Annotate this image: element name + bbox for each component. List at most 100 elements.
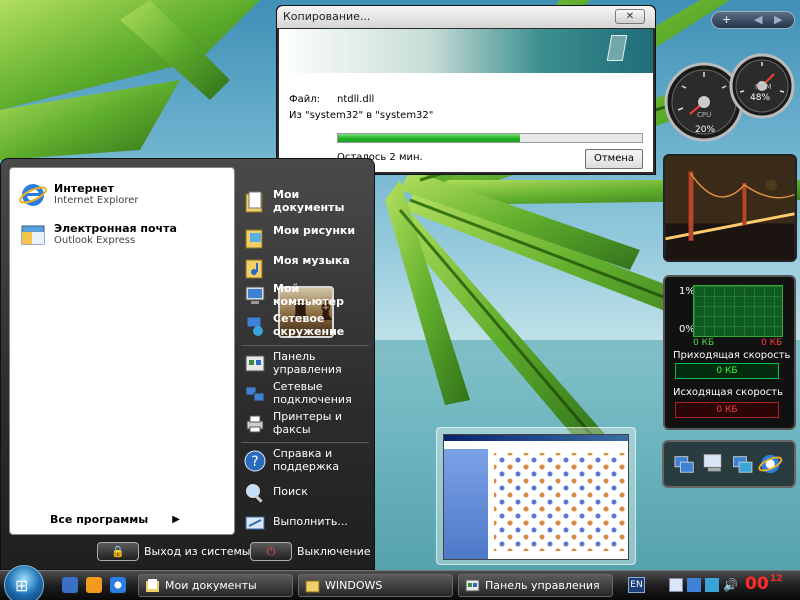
volume-icon[interactable]: 🔊 (723, 578, 738, 592)
taskbar-button-label: Мои документы (165, 579, 257, 592)
outgoing-kb: 0 КБ (761, 338, 783, 348)
internet-explorer-icon[interactable] (110, 577, 126, 593)
cpu-label: CPU (697, 111, 712, 119)
close-button[interactable]: ✕ (615, 9, 645, 24)
menu-item-label: Сетевое окружение (273, 312, 345, 338)
language-indicator[interactable]: EN (628, 577, 645, 593)
my-documents-icon (146, 579, 159, 592)
copy-animation (279, 29, 653, 73)
menu-item-label: Мой компьютер (273, 282, 344, 308)
folder-icon (305, 580, 320, 593)
outlook-express-icon (21, 225, 45, 245)
window-preview-thumbnail[interactable] (436, 427, 636, 565)
menu-item-network-connections[interactable]: Сетевые подключения (241, 380, 369, 408)
add-gadget-button[interactable]: + (722, 12, 731, 28)
network-status-icons (674, 454, 783, 474)
my-computer-icon (245, 286, 265, 304)
pinned-item-title: Электронная почта (54, 222, 177, 235)
control-panel-icon (465, 579, 480, 592)
menu-item-label: Справка и поддержка (273, 447, 340, 473)
all-programs-button[interactable]: Все программы ▶ (50, 510, 180, 530)
menu-item-help[interactable]: ? Справка и поддержка (241, 447, 369, 475)
start-menu: Интернет Internet Explorer Электронная п… (0, 158, 375, 570)
pinned-internet[interactable]: Интернет Internet Explorer (16, 178, 230, 214)
shutdown-label[interactable]: Выключение (297, 545, 371, 558)
sidebar-toolbar: + ◀ ▶ (711, 11, 795, 29)
cpu-percent: 20% (695, 125, 716, 135)
power-icon: ⏻ (266, 545, 276, 558)
copy-progress-fill (338, 134, 521, 142)
printers-icon (246, 415, 264, 433)
menu-item-label: Принтеры и факсы (273, 410, 343, 436)
menu-item-network-places[interactable]: Сетевое окружение (241, 312, 369, 342)
copy-dialog-titlebar[interactable]: Копирование... ✕ (277, 6, 655, 28)
slideshow-gadget[interactable] (663, 154, 797, 262)
copy-dialog-body: Файл: ntdll.dll Из "system32" в "system3… (279, 29, 653, 172)
menu-item-run[interactable]: Выполнить... (241, 509, 369, 535)
document-icon (606, 35, 628, 61)
clock-hours: 00 (745, 574, 769, 594)
lock-icon: 🔒 (111, 545, 125, 558)
incoming-speed-value: 0 КБ (675, 363, 779, 379)
network-icons-gadget[interactable] (662, 440, 796, 488)
next-button[interactable]: ▶ (774, 12, 782, 28)
search-icon (246, 484, 263, 503)
shutdown-button[interactable]: ⏻ (250, 542, 292, 561)
menu-item-label: Моя музыка (273, 254, 350, 267)
menu-item-my-pictures[interactable]: Мои рисунки (241, 224, 369, 250)
start-menu-pinned-pane: Интернет Internet Explorer Электронная п… (9, 167, 235, 535)
gauge-icon (664, 53, 795, 142)
logoff-button[interactable]: 🔒 (97, 542, 139, 561)
network-graph (693, 285, 783, 337)
menu-item-printers[interactable]: Принтеры и факсы (241, 410, 369, 438)
start-menu-footer: 🔒 Выход из системы ⏻ Выключение (1, 537, 374, 571)
menu-separator (241, 345, 369, 346)
taskbar-button-my-documents[interactable]: Мои документы (138, 574, 293, 597)
incoming-kb: 0 КБ (693, 338, 715, 348)
menu-item-label: Выполнить... (273, 515, 348, 528)
start-button[interactable]: ⊞ (4, 565, 44, 600)
media-player-icon[interactable] (86, 577, 102, 593)
taskbar-clock[interactable]: 00 12 (745, 574, 783, 594)
svg-text:?: ? (251, 454, 258, 470)
copy-dialog: Копирование... ✕ Файл: ntdll.dll Из "sys… (276, 5, 656, 175)
help-icon: ? (244, 450, 266, 472)
my-music-icon (245, 259, 263, 279)
menu-item-my-computer[interactable]: Мой компьютер (241, 282, 369, 312)
menu-item-search[interactable]: Поиск (241, 479, 369, 505)
copy-source-target: Из "system32" в "system32" (289, 110, 434, 121)
arrow-right-icon: ▶ (172, 514, 180, 525)
tray-network-connections-icon[interactable] (705, 578, 719, 592)
previous-button[interactable]: ◀ (754, 12, 762, 28)
windows-logo-icon: ⊞ (15, 576, 29, 595)
cpu-meter-gadget[interactable]: CPU 20% MEM 48% (664, 52, 796, 144)
pinned-item-subtitle: Internet Explorer (54, 195, 139, 206)
copy-file-row: Файл: ntdll.dll (289, 94, 374, 105)
control-panel-preview (443, 434, 629, 560)
taskbar-button-label: WINDOWS (325, 579, 383, 592)
logoff-label[interactable]: Выход из системы (144, 545, 250, 558)
menu-item-my-documents[interactable]: Мои документы (241, 188, 369, 218)
cancel-button[interactable]: Отмена (585, 149, 643, 169)
show-desktop-icon[interactable] (62, 577, 78, 593)
network-meter-gadget[interactable]: 1% 0% 0 КБ 0 КБ Приходящая скорость 0 КБ… (663, 275, 796, 430)
preview-sidebar (444, 449, 488, 559)
clock-minutes: 12 (770, 574, 783, 584)
menu-item-control-panel[interactable]: Панель управления (241, 350, 369, 378)
menu-item-label: Сетевые подключения (273, 380, 352, 406)
outgoing-speed-value: 0 КБ (675, 402, 779, 418)
pinned-email[interactable]: Электронная почта Outlook Express (16, 218, 230, 254)
taskbar-button-control-panel[interactable]: Панель управления (458, 574, 613, 597)
menu-item-label: Поиск (273, 485, 308, 498)
mem-label: MEM (755, 83, 772, 91)
tray-window-icon[interactable] (669, 578, 683, 592)
menu-separator (241, 442, 369, 443)
file-name: ntdll.dll (337, 94, 375, 105)
preview-icon-grid (494, 453, 626, 551)
file-label: Файл: (289, 94, 320, 105)
taskbar-button-windows[interactable]: WINDOWS (298, 574, 453, 597)
all-programs-label: Все программы (50, 513, 149, 526)
tray-network-icon[interactable] (687, 578, 701, 592)
pinned-item-title: Интернет (54, 182, 114, 195)
menu-item-my-music[interactable]: Моя музыка (241, 254, 369, 280)
